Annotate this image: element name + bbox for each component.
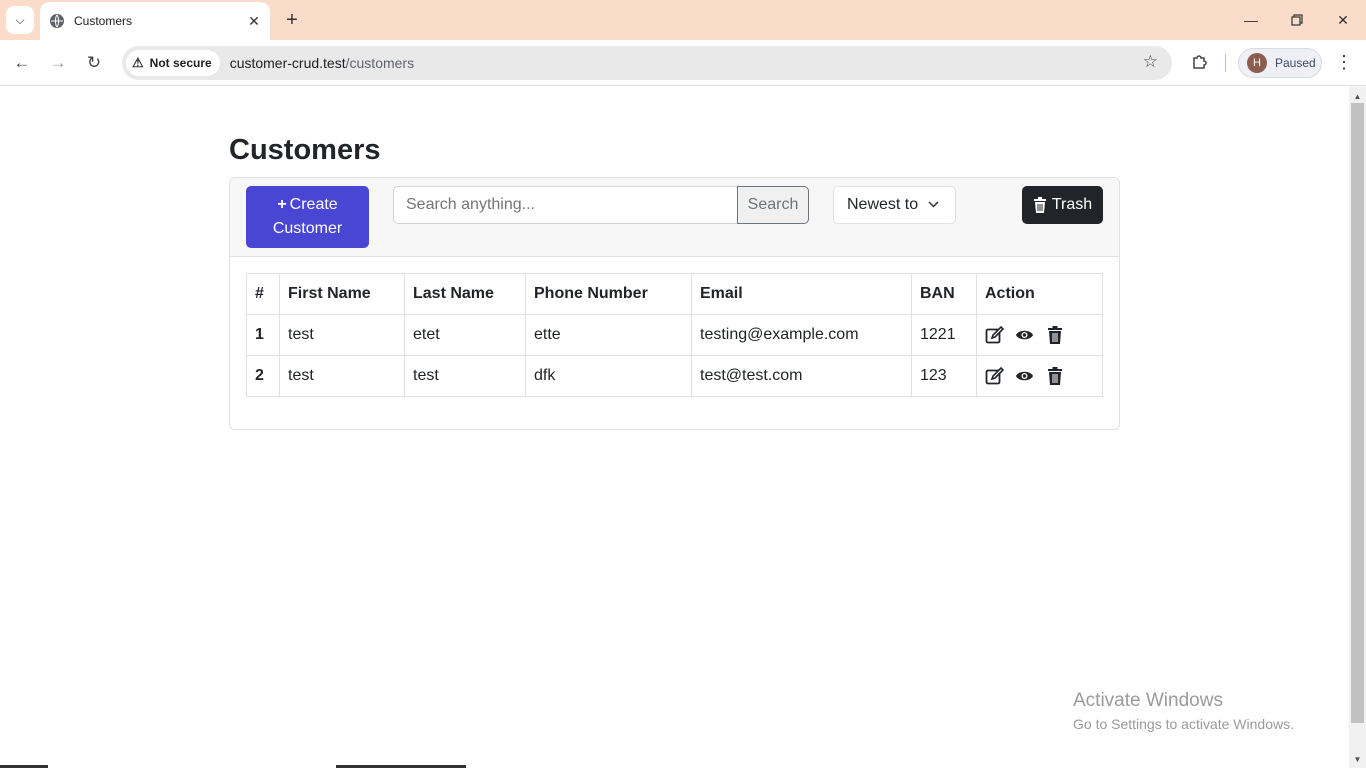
bookmark-star-icon[interactable]: ☆ [1143, 52, 1158, 72]
watermark-line2: Go to Settings to activate Windows. [1073, 716, 1294, 732]
more-menu-icon[interactable]: ⋮ [1334, 50, 1354, 74]
cell-phone: dfk [525, 355, 692, 397]
table-header-row: # First Name Last Name Phone Number Emai… [246, 273, 1103, 315]
close-window-icon[interactable]: ✕ [1331, 8, 1355, 32]
cell-last-name: test [404, 355, 526, 397]
delete-trash-icon[interactable] [1045, 367, 1064, 386]
edit-icon[interactable] [985, 366, 1004, 386]
header-ban: BAN [911, 273, 977, 315]
header-last-name: Last Name [404, 273, 526, 315]
customers-card: +Create Customer Search Newest to Trash … [229, 177, 1120, 430]
scroll-up-arrow-icon[interactable]: ▲ [1349, 89, 1366, 103]
header-action: Action [976, 273, 1103, 315]
restore-icon[interactable] [1285, 8, 1309, 32]
watermark-line1: Activate Windows [1073, 690, 1223, 711]
reload-icon[interactable]: ↻ [81, 50, 107, 76]
table-row: 2 test test dfk test@test.com 123 [246, 355, 1103, 397]
browser-tab-customers[interactable]: Customers ✕ [40, 2, 270, 40]
create-label-line2: Customer [272, 220, 343, 237]
create-customer-button[interactable]: + Create Customer [246, 186, 369, 248]
url-path: /customers [345, 55, 415, 71]
cell-first-name: test [279, 355, 405, 397]
header-number: # [246, 273, 280, 315]
tab-search-chevron-icon[interactable]: ⌵ [6, 6, 34, 34]
warning-triangle-icon: ⚠ [132, 55, 144, 70]
profile-button[interactable]: H Paused [1238, 48, 1322, 78]
cell-ban: 123 [911, 355, 977, 397]
profile-status: Paused [1275, 56, 1316, 70]
minimize-icon[interactable]: — [1239, 8, 1263, 32]
search-group: Search [393, 186, 809, 224]
trash-icon [1033, 197, 1046, 213]
forward-arrow-icon[interactable]: → [45, 50, 71, 76]
cell-first-name: test [279, 314, 405, 356]
extensions-puzzle-icon[interactable] [1188, 50, 1212, 74]
search-input[interactable] [393, 186, 737, 224]
sort-select[interactable]: Newest to [833, 186, 956, 224]
create-label-line1: Create [289, 196, 338, 213]
browser-toolbar: ← → ↻ ⚠ Not secure customer-crud.test/cu… [0, 40, 1366, 86]
security-label: Not secure [149, 56, 212, 70]
url-domain: customer-crud.test [229, 55, 346, 71]
scrollbar-thumb[interactable] [1351, 103, 1364, 723]
vertical-scrollbar[interactable]: ▲ ▼ [1349, 87, 1366, 768]
customers-table: # First Name Last Name Phone Number Emai… [246, 273, 1103, 397]
avatar: H [1247, 53, 1267, 73]
cell-phone: ette [525, 314, 692, 356]
tab-title: Customers [74, 14, 133, 28]
cell-email: test@test.com [691, 355, 912, 397]
header-first-name: First Name [279, 273, 405, 315]
globe-icon [50, 14, 64, 28]
close-tab-icon[interactable]: ✕ [244, 11, 264, 31]
chevron-down-icon [928, 199, 939, 211]
security-chip[interactable]: ⚠ Not secure [126, 50, 220, 76]
sort-selected-value: Newest to [847, 196, 919, 213]
cell-last-name: etet [404, 314, 526, 356]
cell-number: 1 [246, 314, 280, 356]
plus-icon: + [277, 196, 287, 213]
cell-ban: 1221 [911, 314, 977, 356]
scroll-down-arrow-icon[interactable]: ▼ [1349, 752, 1366, 766]
new-tab-plus-icon[interactable]: + [280, 8, 304, 32]
toolbar-divider [1225, 54, 1226, 72]
delete-trash-icon[interactable] [1045, 326, 1064, 345]
cell-actions [976, 355, 1103, 397]
cell-actions [976, 314, 1103, 356]
view-eye-icon[interactable] [1015, 367, 1034, 386]
activate-windows-watermark: Activate Windows Go to Settings to activ… [1073, 690, 1294, 732]
tab-strip: ⌵ Customers ✕ + — ✕ [0, 0, 1366, 40]
view-eye-icon[interactable] [1015, 326, 1034, 345]
card-header: +Create Customer Search Newest to Trash [230, 178, 1119, 257]
search-button[interactable]: Search [737, 186, 809, 224]
cell-email: testing@example.com [691, 314, 912, 356]
back-arrow-icon[interactable]: ← [9, 50, 35, 76]
edit-icon[interactable] [985, 325, 1004, 345]
address-bar[interactable]: ⚠ Not secure customer-crud.test/customer… [122, 46, 1172, 80]
table-row: 1 test etet ette testing@example.com 122… [246, 314, 1103, 356]
trash-label: Trash [1051, 196, 1093, 213]
header-phone-number: Phone Number [525, 273, 692, 315]
page-title: Customers [229, 134, 381, 166]
header-email: Email [691, 273, 912, 315]
url-text: customer-crud.test/customers [230, 55, 414, 71]
trash-button[interactable]: Trash [1022, 186, 1103, 224]
cell-number: 2 [246, 355, 280, 397]
